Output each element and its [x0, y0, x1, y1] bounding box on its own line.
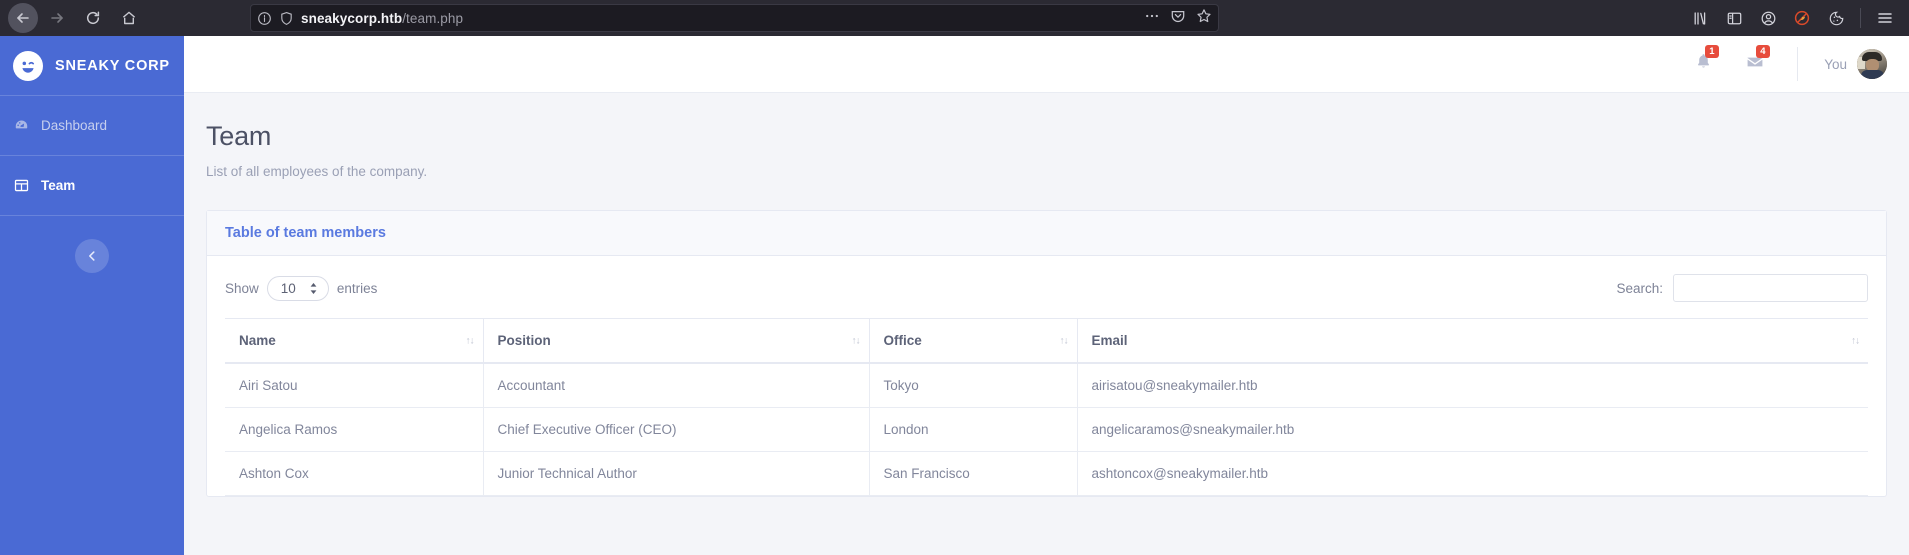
topbar-divider [1797, 47, 1799, 81]
sort-arrows-icon: ↑↓ [1851, 335, 1860, 346]
sort-arrows-icon: ↑↓ [465, 335, 475, 346]
app-container: SNEAKY CORP Dashboard Team 1 4 You Team … [0, 36, 1909, 555]
forward-arrow-icon[interactable] [40, 3, 74, 33]
column-header-email[interactable]: Email ↑↓ [1077, 318, 1868, 364]
cell-office: London [869, 407, 1078, 452]
cell-office: Tokyo [869, 363, 1078, 408]
cell-position: Junior Technical Author [483, 451, 870, 496]
hamburger-menu-icon[interactable] [1869, 3, 1901, 33]
url-bar[interactable]: sneakycorp.htb/team.php [250, 4, 1219, 32]
column-header-office[interactable]: Office ↑↓ [869, 318, 1078, 364]
mail-badge-count: 4 [1756, 44, 1770, 58]
column-label-email: Email [1091, 333, 1128, 348]
team-table-card: Table of team members Show 10 entries Se… [206, 210, 1887, 497]
search-control: Search: [1616, 274, 1868, 302]
page-subtitle: List of all employees of the company. [206, 164, 428, 179]
card-body: Show 10 entries Search: Name ↑↓ Position… [207, 256, 1886, 496]
table-row[interactable]: Angelica Ramos Chief Executive Officer (… [225, 407, 1868, 452]
entries-label: entries [336, 280, 378, 296]
table-body: Airi Satou Accountant Tokyo airisatou@sn… [225, 363, 1868, 496]
ellipsis-icon[interactable] [1144, 8, 1160, 29]
page-length-select[interactable]: 10 [266, 275, 329, 301]
sidebar-brand-label: SNEAKY CORP [55, 57, 170, 74]
user-avatar-photo[interactable] [1857, 49, 1887, 79]
browser-tool-icons [1684, 0, 1901, 36]
bell-badge-count: 1 [1705, 45, 1719, 58]
select-arrows-icon [309, 282, 318, 295]
show-entries-control: Show 10 entries [225, 275, 378, 301]
bookmark-star-icon[interactable] [1196, 8, 1212, 29]
sidebar-item-label-dashboard: Dashboard [41, 118, 108, 133]
reload-icon[interactable] [76, 3, 110, 33]
sidebar-item-team[interactable]: Team [0, 156, 184, 216]
page-title: Team [206, 121, 272, 151]
table-row[interactable]: Airi Satou Accountant Tokyo airisatou@sn… [225, 363, 1868, 408]
show-label: Show [225, 280, 259, 296]
sidebar-brand[interactable]: SNEAKY CORP [0, 36, 184, 96]
column-label-position: Position [497, 333, 551, 348]
column-label-office: Office [883, 333, 922, 348]
cookie-manager-icon[interactable] [1820, 3, 1852, 33]
sidebar-collapse-wrap [0, 216, 184, 273]
cell-email: angelicaramos@sneakymailer.htb [1077, 407, 1868, 452]
team-table: Name ↑↓ Position ↑↓ Office ↑↓ Email ↑↓ A… [225, 318, 1868, 496]
cell-position: Accountant [483, 363, 870, 408]
table-grid-icon [14, 178, 30, 193]
table-head: Name ↑↓ Position ↑↓ Office ↑↓ Email ↑↓ [225, 318, 1868, 364]
tracking-protection-shield-icon[interactable] [279, 11, 294, 26]
url-domain: sneakycorp.htb [301, 10, 403, 26]
table-row[interactable]: Ashton Cox Junior Technical Author San F… [225, 451, 1868, 496]
library-icon[interactable] [1684, 3, 1716, 33]
sort-arrows-icon: ↑↓ [851, 335, 861, 346]
cell-position: Chief Executive Officer (CEO) [483, 407, 870, 452]
cell-office: San Francisco [869, 451, 1078, 496]
page-info-icon[interactable] [257, 11, 272, 26]
page-content: Team List of all employees of the compan… [184, 93, 1909, 497]
column-header-name[interactable]: Name ↑↓ [225, 318, 484, 364]
sidebar-item-dashboard[interactable]: Dashboard [0, 96, 184, 156]
search-label: Search: [1616, 280, 1663, 296]
table-header-row: Name ↑↓ Position ↑↓ Office ↑↓ Email ↑↓ [225, 318, 1868, 364]
card-title: Table of team members [225, 225, 386, 241]
messages-envelope[interactable]: 4 [1745, 44, 1770, 77]
browser-nav-buttons [8, 3, 146, 33]
noscript-blocked-icon[interactable] [1786, 3, 1818, 33]
url-text[interactable]: sneakycorp.htb/team.php [301, 11, 1137, 26]
cell-name: Ashton Cox [225, 451, 484, 496]
sidebar: SNEAKY CORP Dashboard Team [0, 36, 184, 555]
home-icon[interactable] [112, 3, 146, 33]
url-path: /team.php [402, 10, 464, 26]
sort-arrows-icon: ↑↓ [1059, 335, 1069, 346]
pocket-save-icon[interactable] [1170, 8, 1186, 29]
main-area: 1 4 You Team List of all employees of th… [184, 36, 1909, 555]
notifications-bell[interactable]: 1 [1694, 45, 1719, 76]
back-arrow-icon[interactable] [8, 3, 38, 33]
winking-face-logo-icon [13, 50, 43, 81]
sidebar-item-label-team: Team [41, 178, 76, 193]
toolbar-divider [1860, 8, 1861, 28]
search-input[interactable] [1673, 274, 1868, 302]
cell-email: airisatou@sneakymailer.htb [1077, 363, 1868, 408]
chevron-left-icon[interactable] [75, 239, 109, 273]
column-header-position[interactable]: Position ↑↓ [483, 318, 870, 364]
card-header: Table of team members [207, 211, 1886, 256]
user-label[interactable]: You [1824, 57, 1847, 72]
column-label-name: Name [239, 333, 276, 348]
sidebar-toggle-icon[interactable] [1718, 3, 1750, 33]
account-icon[interactable] [1752, 3, 1784, 33]
cell-name: Airi Satou [225, 363, 484, 408]
cell-email: ashtoncox@sneakymailer.htb [1077, 451, 1868, 496]
tachometer-icon [14, 118, 30, 133]
cell-name: Angelica Ramos [225, 407, 484, 452]
page-length-value: 10 [280, 280, 296, 296]
topbar: 1 4 You [184, 36, 1909, 93]
browser-toolbar: sneakycorp.htb/team.php [0, 0, 1909, 36]
table-controls: Show 10 entries Search: [225, 274, 1868, 318]
